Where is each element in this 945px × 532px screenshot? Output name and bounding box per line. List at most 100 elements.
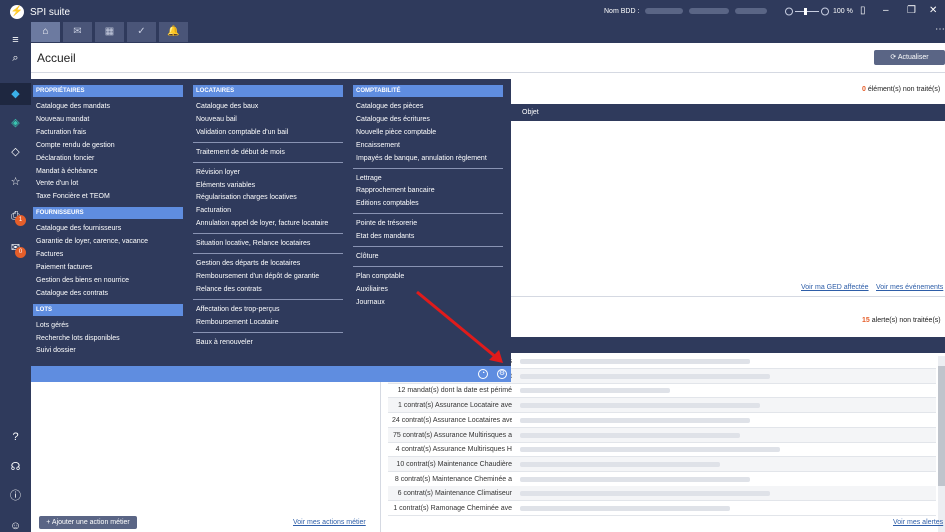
menu-item[interactable]: Gestion des biens en nourrice <box>36 276 129 285</box>
menu-item[interactable]: Régularisation charges locatives <box>196 193 297 202</box>
menu-item[interactable]: Nouvelle pièce comptable <box>356 128 436 137</box>
menu-item[interactable]: Lots gérés <box>36 321 69 330</box>
menu-section-header: COMPTABILITÉ <box>353 85 503 97</box>
menu-item[interactable]: Relance des contrats <box>196 285 262 294</box>
support-headset-icon[interactable]: ☊ <box>0 456 31 478</box>
add-action-button[interactable]: + Ajouter une action métier <box>39 516 137 529</box>
menu-item[interactable]: Remboursement d'un dépôt de garantie <box>196 272 319 281</box>
menu-item[interactable]: Auxiliaires <box>356 285 388 294</box>
menu-item[interactable]: Gestion des départs de locataires <box>196 259 300 268</box>
diamond-icon[interactable]: ◇ <box>0 141 31 163</box>
modules-icon[interactable]: ◆ <box>0 83 31 105</box>
menu-item[interactable]: Paiement factures <box>36 263 92 272</box>
alert-row[interactable]: 24 contrat(s) Assurance Locataires ave <box>388 413 936 428</box>
history-icon[interactable]: ◔ <box>478 369 488 379</box>
menu-item[interactable]: Compte rendu de gestion <box>36 141 115 150</box>
ged-events-link[interactable]: Voir mes événements <box>876 284 943 291</box>
minimize-button[interactable]: – <box>883 5 889 16</box>
menu-item[interactable]: Eléments variables <box>196 181 255 190</box>
menu-item[interactable]: Catalogue des mandats <box>36 102 110 111</box>
alert-row[interactable]: 1 contrat(s) Ramonage Cheminée ave <box>388 501 936 516</box>
calendar-icon[interactable]: ▦ <box>95 22 124 42</box>
menu-item[interactable]: Catalogue des contrats <box>36 289 108 298</box>
menu-item[interactable]: Vente d'un lot <box>36 179 78 188</box>
user-icon[interactable]: ☺ <box>0 515 31 532</box>
menu-item[interactable]: Plan comptable <box>356 272 404 281</box>
app-logo-icon: ⚡ <box>10 5 24 19</box>
mailbox-icon[interactable]: ✉ 0 <box>0 237 31 259</box>
alerts-scrollbar[interactable] <box>938 356 945 532</box>
alerts-all-link[interactable]: Voir mes alertes <box>893 519 943 526</box>
menu-item[interactable]: Catalogue des fournisseurs <box>36 224 121 233</box>
menu-item[interactable]: Catalogue des baux <box>196 102 258 111</box>
menu-item[interactable]: Clôture <box>356 252 379 261</box>
alert-row-text: 6 contrat(s) Maintenance Climatiseur <box>397 490 512 498</box>
mail-icon[interactable]: ✉ <box>63 22 92 42</box>
alert-row-text: 1 contrat(s) Ramonage Cheminée ave <box>393 505 512 512</box>
actions-link[interactable]: Voir mes actions métier <box>293 519 366 526</box>
document-icon[interactable]: ▯ <box>860 5 866 16</box>
menu-item[interactable]: Baux à renouveler <box>196 338 253 347</box>
menu-section-header: LOTS <box>33 303 183 316</box>
menu-item[interactable]: Lettrage <box>356 174 382 183</box>
alert-row[interactable]: 6 contrat(s) Maintenance Climatiseur <box>388 486 936 502</box>
alerts-scroll-thumb[interactable] <box>938 366 945 486</box>
menu-item[interactable]: Déclaration foncier <box>36 154 94 163</box>
zoom-slider[interactable] <box>785 7 830 16</box>
menu-item[interactable]: Etat des mandants <box>356 232 414 241</box>
more-icon[interactable]: ⋯ <box>935 24 945 35</box>
ged-mine-link[interactable]: Voir ma GED affectée <box>801 284 869 291</box>
menu-item[interactable]: Nouveau mandat <box>36 115 89 124</box>
alert-count-value: 15 <box>862 317 870 324</box>
search-icon[interactable]: ⌕ <box>0 47 31 69</box>
alert-count: 15 alerte(s) non traitée(s) <box>862 317 941 324</box>
ged-divider <box>511 296 945 297</box>
alert-row[interactable]: 8 contrat(s) Maintenance Cheminée a <box>388 472 936 487</box>
ged-col-objet: Objet <box>522 109 539 116</box>
alert-row[interactable]: 4 contrat(s) Assurance Multirisques H <box>388 442 936 458</box>
maximize-button[interactable]: ❐ <box>907 5 916 16</box>
alert-row[interactable]: 12 mandat(s) dont la date est périmé <box>388 383 936 399</box>
favorites-star-icon[interactable]: ☆ <box>0 171 31 193</box>
menu-item[interactable]: Journaux <box>356 298 385 307</box>
menu-item[interactable]: Taxe Foncière et TEOM <box>36 192 110 201</box>
database-label: Nom BDD : <box>604 8 768 15</box>
menu-item[interactable]: Révision loyer <box>196 168 240 177</box>
settings-gear-icon[interactable]: ⚙ <box>497 369 507 379</box>
menu-item[interactable]: Situation locative, Relance locataires <box>196 239 310 248</box>
menu-item[interactable]: Facturation <box>196 206 231 215</box>
menu-item[interactable]: Encaissement <box>356 141 400 150</box>
menu-item[interactable]: Rapprochement bancaire <box>356 186 435 195</box>
close-button[interactable]: ✕ <box>929 5 937 16</box>
menu-item[interactable]: Impayés de banque, annulation règlement <box>356 154 487 163</box>
info-icon[interactable]: ⓘ <box>0 485 31 507</box>
help-icon[interactable]: ? <box>0 426 31 448</box>
menu-item[interactable]: Traitement de début de mois <box>196 148 285 157</box>
menu-item[interactable]: Garantie de loyer, carence, vacance <box>36 237 148 246</box>
menu-item[interactable]: Mandat à échéance <box>36 167 98 176</box>
menu-item[interactable]: Suivi dossier <box>36 346 76 355</box>
menu-item[interactable]: Pointe de trésorerie <box>356 219 417 228</box>
alert-row[interactable]: 75 contrat(s) Assurance Multirisques a <box>388 427 936 443</box>
refresh-button[interactable]: ⟳ Actualiser <box>874 50 945 65</box>
navigate-icon[interactable]: ◈ <box>0 112 31 134</box>
alert-row[interactable]: 10 contrat(s) Maintenance Chaudière <box>388 456 936 472</box>
menu-item[interactable]: Editions comptables <box>356 199 419 208</box>
bell-icon[interactable]: 🔔 <box>159 22 188 42</box>
redacted-user <box>735 8 768 15</box>
menu-item[interactable]: Annulation appel de loyer, facture locat… <box>196 219 328 228</box>
menu-item[interactable]: Affectation des trop-perçus <box>196 305 280 314</box>
home-icon[interactable]: ⌂ <box>31 22 60 42</box>
menu-item[interactable]: Nouveau bail <box>196 115 237 124</box>
menu-item[interactable]: Recherche lots disponibles <box>36 334 120 343</box>
check-icon[interactable]: ✓ <box>127 22 156 42</box>
menu-item[interactable]: Remboursement Locataire <box>196 318 279 327</box>
menu-item[interactable]: Catalogue des écritures <box>356 115 430 124</box>
menu-item[interactable]: Facturation frais <box>36 128 86 137</box>
alert-row[interactable]: 1 contrat(s) Assurance Locataire ave <box>388 398 936 414</box>
printer-icon[interactable]: ⎙ 1 <box>0 205 31 227</box>
menu-item[interactable]: Validation comptable d'un bail <box>196 128 288 137</box>
menu-separator <box>193 141 343 143</box>
menu-item[interactable]: Factures <box>36 250 63 259</box>
menu-item[interactable]: Catalogue des pièces <box>356 102 423 111</box>
